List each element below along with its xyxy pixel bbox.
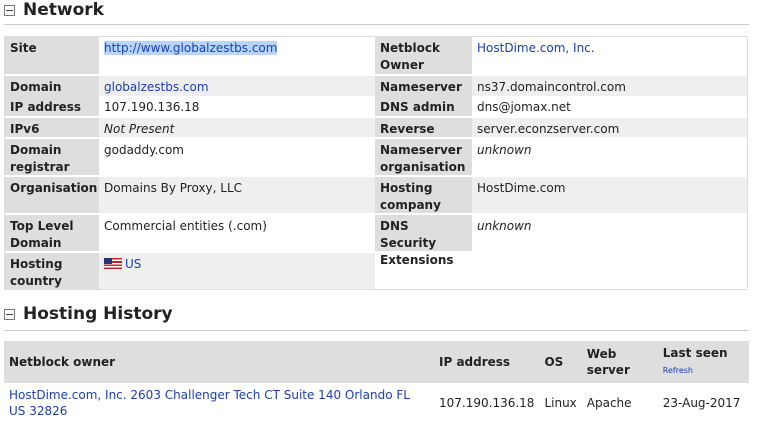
nameserver-organisation-text: unknown bbox=[477, 143, 532, 157]
col-ip-address: IP address bbox=[434, 342, 540, 382]
left-value-site: http://www.globalzestbs.com bbox=[99, 37, 375, 74]
left-label-hosting-country: Hosting country bbox=[5, 253, 99, 289]
right-label-reverse-dns: Reverse DNS bbox=[375, 118, 472, 153]
ip-address-text: 107.190.136.18 bbox=[104, 100, 200, 114]
dns-admin-text: dns@jomax.net bbox=[477, 100, 571, 114]
right-value-hosting-company: HostDime.com bbox=[472, 177, 747, 213]
netblock-owner-link[interactable]: HostDime.com, Inc. bbox=[477, 41, 595, 55]
left-label-organisation: Organisation bbox=[5, 177, 99, 213]
left-value-top-level-domain: Commercial entities (.com) bbox=[99, 215, 375, 251]
ipv6-address-text: Not Present bbox=[104, 122, 175, 136]
col-last-seen-label: Last seen bbox=[662, 346, 728, 360]
left-value-organisation: Domains By Proxy, LLC bbox=[99, 177, 375, 213]
hosting-company-text: HostDime.com bbox=[477, 181, 566, 195]
left-label-top-level-domain: Top Level Domain bbox=[5, 215, 99, 251]
left-value-ip-address: 107.190.136.18 bbox=[99, 96, 375, 116]
os-cell: Linux bbox=[544, 396, 577, 410]
right-value-dns-admin: dns@jomax.net bbox=[472, 96, 747, 116]
col-last-seen: Last seen Refresh bbox=[657, 342, 749, 382]
col-netblock-owner: Netblock owner bbox=[4, 342, 434, 382]
nameserver-text: ns37.domaincontrol.com bbox=[477, 80, 626, 94]
left-value-ipv6-address: Not Present bbox=[99, 118, 375, 137]
right-value-dns-security-extensions: unknown bbox=[472, 215, 747, 251]
right-label-netblock-owner: Netblock Owner bbox=[375, 37, 472, 74]
left-label-domain: Domain bbox=[5, 76, 99, 96]
hosting-history-divider bbox=[4, 330, 749, 331]
table-row: HostDime.com, Inc. 2603 Challenger Tech … bbox=[4, 382, 749, 424]
network-divider bbox=[4, 24, 749, 25]
right-value-nameserver: ns37.domaincontrol.com bbox=[472, 76, 747, 96]
us-flag-icon bbox=[104, 258, 122, 269]
organisation-text: Domains By Proxy, LLC bbox=[104, 181, 243, 195]
left-value-hosting-country: US bbox=[99, 253, 375, 289]
right-label-nameserver-organisation: Nameserver organisation bbox=[375, 139, 472, 175]
right-label-dns-admin: DNS admin bbox=[375, 96, 472, 116]
left-value-domain-registrar: godaddy.com bbox=[99, 139, 375, 175]
network-section-title: Network bbox=[23, 0, 104, 20]
netblock-owner-link[interactable]: HostDime.com, Inc. 2603 Challenger Tech … bbox=[9, 388, 410, 418]
left-label-ipv6-address: IPv6 address bbox=[5, 118, 99, 153]
ip-address-cell: 107.190.136.18 bbox=[439, 396, 535, 410]
network-section-header: − Network bbox=[4, 0, 104, 20]
reverse-dns-text: server.econzserver.com bbox=[477, 122, 620, 136]
collapse-hosting-history-toggle-icon[interactable]: − bbox=[4, 308, 15, 320]
domain-registrar-text: godaddy.com bbox=[104, 143, 184, 157]
dns-security-extensions-text: unknown bbox=[477, 219, 532, 233]
refresh-link[interactable]: Refresh bbox=[663, 366, 693, 375]
domain-link[interactable]: globalzestbs.com bbox=[104, 80, 209, 94]
left-value-domain: globalzestbs.com bbox=[99, 76, 375, 96]
right-label-dns-security-extensions: DNS Security Extensions bbox=[375, 215, 472, 267]
right-value-reverse-dns: server.econzserver.com bbox=[472, 118, 747, 137]
left-label-domain-registrar: Domain registrar bbox=[5, 139, 99, 175]
col-os: OS bbox=[539, 342, 582, 382]
right-value-netblock-owner: HostDime.com, Inc. bbox=[472, 37, 747, 74]
site-link[interactable]: http://www.globalzestbs.com bbox=[104, 41, 278, 55]
left-label-ip-address: IP address bbox=[5, 96, 99, 116]
hosting-history-header-row: Netblock owner IP address OS Web server … bbox=[4, 342, 749, 382]
web-server-cell: Apache bbox=[586, 396, 632, 410]
hosting-country-link[interactable]: US bbox=[125, 257, 141, 271]
last-seen-cell: 23-Aug-2017 bbox=[662, 396, 741, 410]
hosting-history-title: Hosting History bbox=[23, 304, 173, 324]
netblock-owner-cell: HostDime.com, Inc. 2603 Challenger Tech … bbox=[4, 382, 434, 424]
right-value-nameserver-organisation: unknown bbox=[472, 139, 747, 175]
right-label-nameserver: Nameserver bbox=[375, 76, 472, 96]
top-level-domain-text: Commercial entities (.com) bbox=[104, 219, 267, 233]
hosting-history-table: Netblock owner IP address OS Web server … bbox=[4, 342, 749, 424]
col-web-server: Web server bbox=[581, 342, 658, 382]
right-label-hosting-company: Hosting company bbox=[375, 177, 472, 213]
collapse-network-toggle-icon[interactable]: − bbox=[4, 4, 15, 16]
hosting-history-header: − Hosting History bbox=[4, 304, 173, 324]
left-label-site: Site bbox=[5, 37, 99, 74]
